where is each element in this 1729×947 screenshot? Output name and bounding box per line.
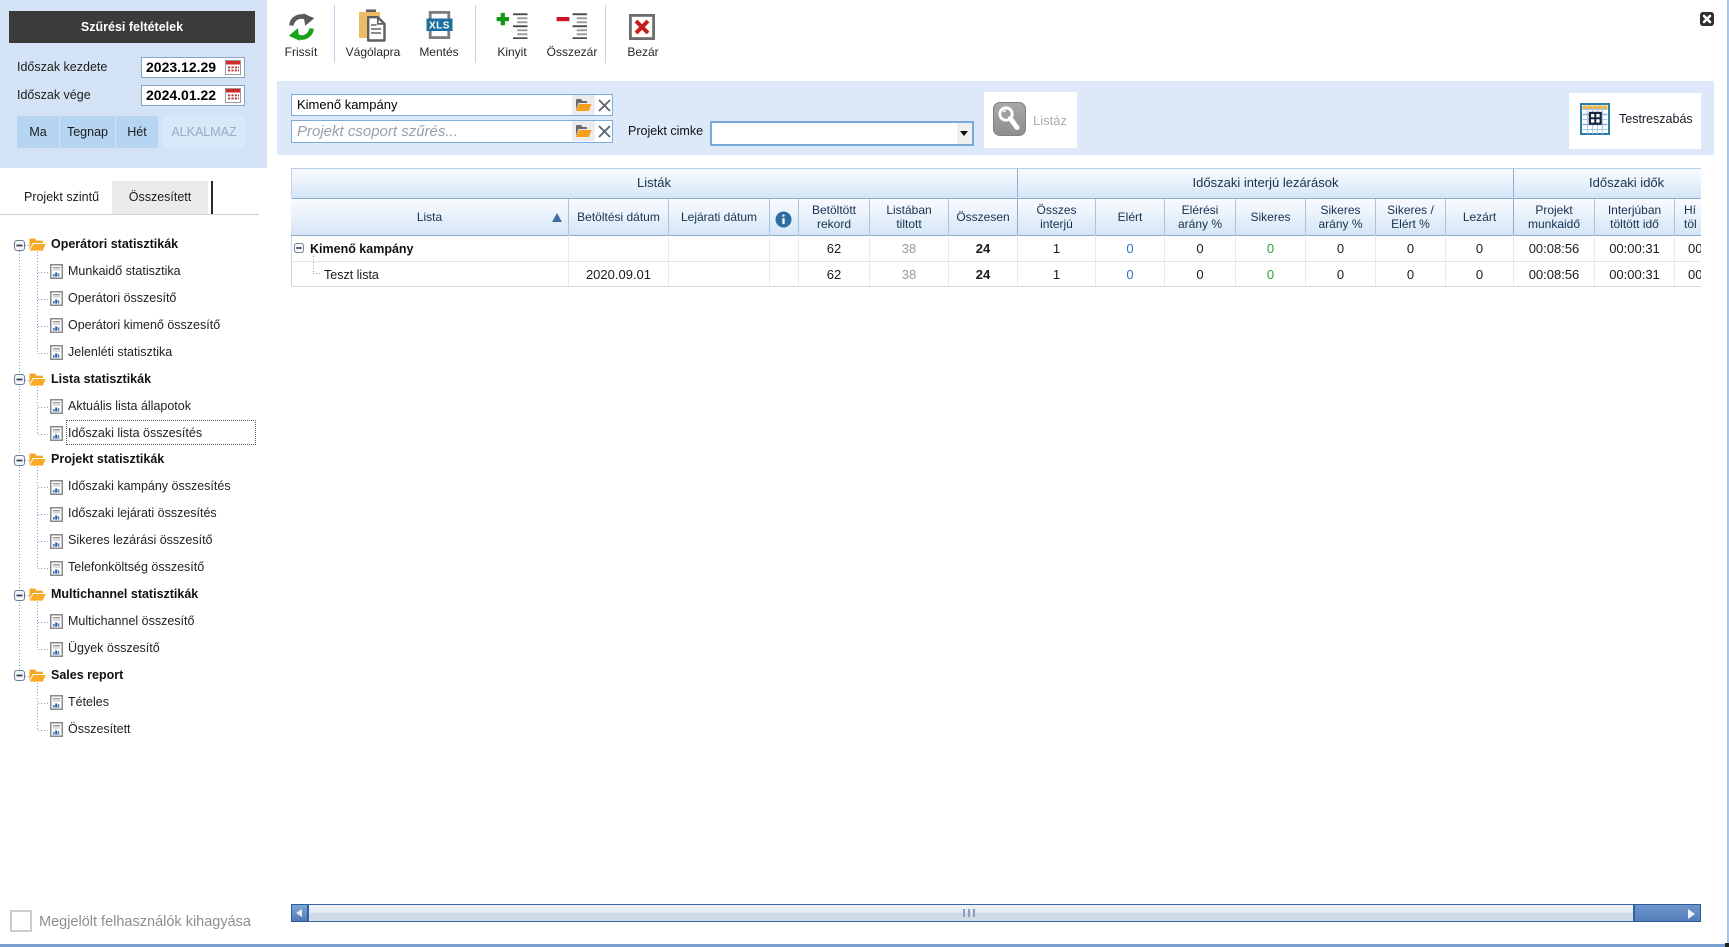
svg-text:XLS: XLS bbox=[429, 21, 450, 32]
